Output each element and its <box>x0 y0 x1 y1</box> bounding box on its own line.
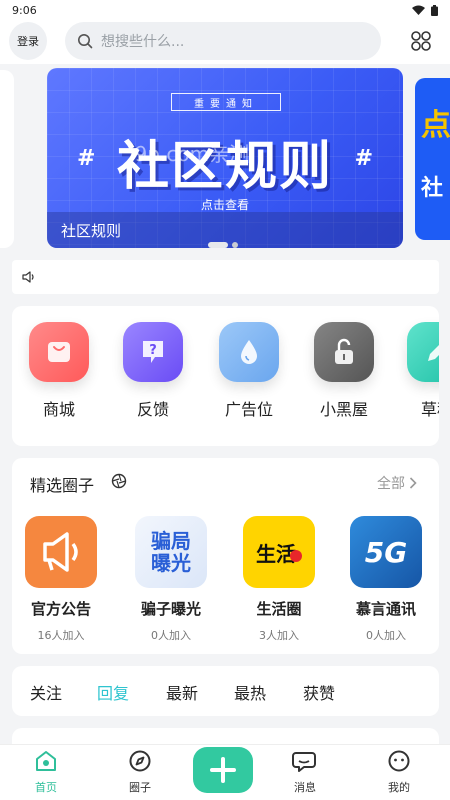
tab-latest[interactable]: 最新 <box>166 680 198 704</box>
feed-tabs: 关注 回复 最新 最热 获赞 <box>12 666 439 716</box>
nav-circles[interactable]: 圈子 <box>110 749 170 795</box>
tool-label: 反馈 <box>136 400 169 419</box>
tool-ad-space[interactable]: 广告位 <box>214 322 284 420</box>
circle-member-count: 0人加入 <box>366 629 406 642</box>
banner-carousel[interactable]: 重要通知 # # 社区规则 j9p.com亲测 点击查看 社区规则 点 社 <box>0 64 450 250</box>
tool-mall[interactable]: 商城 <box>24 322 94 420</box>
tab-hottest[interactable]: 最热 <box>234 680 266 704</box>
tool-feedback[interactable]: ? 反馈 <box>118 322 188 420</box>
view-all-label: 全部 <box>377 476 405 492</box>
water-drop-icon <box>219 322 279 382</box>
nav-profile[interactable]: 我的 <box>369 749 429 795</box>
circle-member-count: 3人加入 <box>259 629 299 642</box>
circle-name: 官方公告 <box>30 600 91 618</box>
banner-notice-tag: 重要通知 <box>171 93 281 111</box>
banner-peek-text-bottom: 社 <box>421 176 444 201</box>
featured-circles-card: 精选圈子 全部 官方公告 16人加入 骗局曝光 骗子曝光 0人加入 生活 生活圈… <box>12 458 439 654</box>
circle-logo: 生活 <box>243 516 315 588</box>
create-post-button[interactable] <box>193 747 253 793</box>
circle-logo: 骗局曝光 <box>135 516 207 588</box>
tool-label: 商城 <box>42 400 75 419</box>
bottom-navigation: 首页 圈子 消息 我的 <box>0 744 450 800</box>
tool-label: 小黑屋 <box>319 400 368 419</box>
nav-label: 我的 <box>388 781 410 794</box>
circle-item[interactable]: 骗局曝光 骗子曝光 0人加入 <box>126 516 216 643</box>
banner-slide[interactable]: 重要通知 # # 社区规则 j9p.com亲测 点击查看 社区规则 <box>47 68 403 248</box>
carousel-dot-active <box>208 242 228 248</box>
banner-watermark: j9p.com亲测 <box>129 142 250 166</box>
search-input[interactable]: 想搜些什么... <box>65 22 381 60</box>
circle-item[interactable]: 5G 慕言通讯 0人加入 <box>341 516 431 643</box>
plus-icon <box>210 757 236 783</box>
pencil-icon <box>407 322 439 382</box>
tab-likes[interactable]: 获赞 <box>303 680 335 704</box>
status-bar: 9:06 <box>0 0 450 20</box>
tab-follow[interactable]: 关注 <box>30 680 62 704</box>
section-title: 精选圈子 <box>30 476 95 495</box>
circle-name: 慕言通讯 <box>355 600 416 618</box>
circle-logo-text: 5G <box>364 535 408 569</box>
unlock-icon <box>314 322 374 382</box>
red-dot-icon <box>290 550 302 562</box>
banner-prev-peek <box>0 70 14 248</box>
megaphone-icon <box>25 516 97 588</box>
smile-face-icon <box>388 750 410 772</box>
tool-label: 草稿 <box>420 400 439 419</box>
battery-icon <box>431 4 438 16</box>
question-bubble-icon: ? <box>123 322 183 382</box>
chevron-right-icon <box>409 477 417 489</box>
circle-name: 生活圈 <box>256 600 302 618</box>
circle-item[interactable]: 生活 生活圈 3人加入 <box>234 516 324 643</box>
apps-grid-icon[interactable] <box>410 30 432 52</box>
circle-name: 骗子曝光 <box>140 600 201 618</box>
carousel-dot <box>232 242 238 248</box>
login-button[interactable]: 登录 <box>9 22 47 60</box>
home-icon <box>36 751 56 771</box>
nav-label: 圈子 <box>129 781 151 794</box>
search-placeholder: 想搜些什么... <box>101 34 185 50</box>
status-time: 9:06 <box>12 3 37 17</box>
shopping-bag-icon <box>29 322 89 382</box>
compass-icon <box>129 750 151 772</box>
circle-item[interactable]: 官方公告 16人加入 <box>16 516 106 643</box>
tool-blackroom[interactable]: 小黑屋 <box>309 322 379 420</box>
wifi-icon <box>412 5 425 15</box>
announcement-bar[interactable] <box>12 260 439 294</box>
tool-draft[interactable]: 草稿 <box>402 322 439 420</box>
banner-subtitle: 点击查看 <box>200 198 249 212</box>
circle-logo: 5G <box>350 516 422 588</box>
tool-label: 广告位 <box>224 400 273 419</box>
banner-next-peek[interactable]: 点 社 <box>415 78 450 240</box>
banner-peek-text-top: 点 <box>421 108 450 143</box>
nav-label: 消息 <box>294 781 316 794</box>
tab-reply[interactable]: 回复 <box>97 680 129 704</box>
nav-label: 首页 <box>35 781 57 794</box>
chat-icon <box>292 752 316 772</box>
aperture-icon <box>111 473 127 489</box>
nav-messages[interactable]: 消息 <box>275 749 335 795</box>
circle-logo-text: 骗局曝光 <box>151 529 191 575</box>
carousel-dots <box>208 242 238 248</box>
circle-member-count: 16人加入 <box>37 629 85 642</box>
top-bar: 登录 想搜些什么... <box>0 20 450 64</box>
view-all-link[interactable]: 全部 <box>377 473 417 493</box>
circle-member-count: 0人加入 <box>151 629 191 642</box>
tools-card: 商城 ? 反馈 广告位 小黑屋 草 <box>12 306 439 446</box>
speaker-icon <box>22 271 34 283</box>
search-icon <box>78 34 93 49</box>
svg-text:?: ? <box>149 343 157 358</box>
status-icons <box>412 4 438 16</box>
nav-home[interactable]: 首页 <box>16 749 76 795</box>
